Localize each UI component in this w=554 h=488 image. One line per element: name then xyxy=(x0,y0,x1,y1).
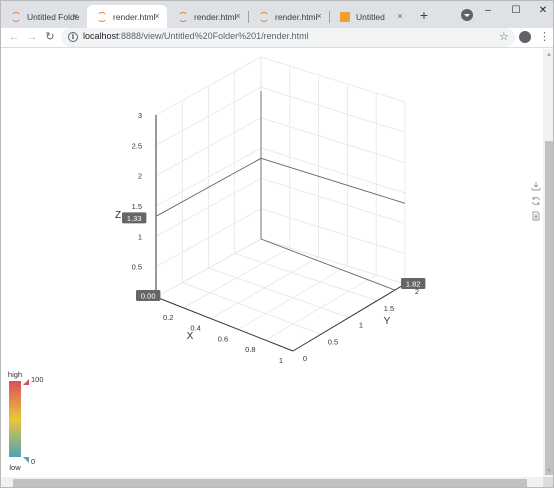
pointer-guide-line xyxy=(260,238,396,291)
tab-strip: Untitled Folder × render.html × render.h… xyxy=(1,1,553,28)
chart-overlay: 1.33 1.82 0.00 xyxy=(122,91,426,301)
url-text[interactable]: localhost:8888/view/Untitled%20Folder%20… xyxy=(83,31,309,41)
vertical-scrollbar[interactable]: ▲ ▼ xyxy=(543,49,553,477)
restore-icon[interactable] xyxy=(531,196,541,206)
z-tick-label: 0.5 xyxy=(132,263,142,272)
y-tick-label: 0.5 xyxy=(328,337,338,346)
jupyter-icon xyxy=(11,11,21,22)
x-tick-label: 0.2 xyxy=(163,313,173,322)
address-bar[interactable]: i localhost:8888/view/Untitled%20Folder%… xyxy=(61,28,515,47)
back-wall-grid-line xyxy=(260,147,406,194)
visual-map[interactable]: high low 100 0 xyxy=(8,370,44,472)
chart-3d-canvas[interactable]: 0.511.522.530.20.40.60.81 00.511.52XYZ 1.… xyxy=(1,49,543,477)
visual-map-bar xyxy=(9,381,21,457)
horizontal-scrollbar[interactable] xyxy=(1,477,543,487)
visual-map-high-label: high xyxy=(8,370,22,379)
z-axis-name: Z xyxy=(115,210,121,221)
url-path: :8888/view/Untitled%20Folder%201/render.… xyxy=(118,31,309,41)
visual-map-handle-high xyxy=(23,379,29,385)
y-axis-name: Y xyxy=(384,316,391,327)
tab-render-2[interactable]: render.html × xyxy=(168,5,248,28)
z-tick-label: 2 xyxy=(138,172,142,181)
jupyter-icon xyxy=(259,11,269,22)
tab-close-icon[interactable]: × xyxy=(70,11,80,21)
reload-button[interactable]: ↻ xyxy=(42,29,58,45)
minimize-button[interactable]: – xyxy=(481,4,495,18)
page-content: 0.5 1 1.5 2 2.5 3 0.2 0.4 0.6 0.8 1 0 0.5 1 1.5 2 X Y Z 1.… xyxy=(1,49,543,477)
floor-grid-line xyxy=(182,282,322,335)
x-tick-label: 0.8 xyxy=(245,345,255,354)
close-window-button[interactable]: ✕ xyxy=(536,4,550,18)
document-icon xyxy=(340,11,350,22)
z-base-readout-badge: 0.00 xyxy=(141,292,156,301)
x-axis-name: X xyxy=(187,331,194,342)
data-view-icon[interactable] xyxy=(531,211,541,221)
save-image-icon[interactable] xyxy=(531,181,541,191)
visual-map-low-label: low xyxy=(9,463,21,472)
info-icon[interactable]: i xyxy=(68,32,78,42)
scrollbar-corner xyxy=(543,477,553,487)
tab-untitled-folder[interactable]: Untitled Folder × xyxy=(1,5,85,28)
tab-close-icon[interactable]: × xyxy=(395,11,405,21)
forward-button[interactable]: → xyxy=(24,29,40,45)
tab-untitled[interactable]: Untitled × xyxy=(330,5,410,28)
account-icon[interactable] xyxy=(519,31,531,43)
chart-axes xyxy=(155,115,406,352)
chart-tick-labels: 0.511.522.530.20.40.60.81 00.511.52XYZ xyxy=(115,111,419,365)
scroll-up-icon[interactable]: ▲ xyxy=(545,52,553,58)
floor-grid-line xyxy=(208,267,350,318)
back-wall-grid-line xyxy=(260,117,406,164)
horizontal-scroll-thumb[interactable] xyxy=(13,479,527,487)
browser-toolbar: ← → ↻ i localhost:8888/view/Untitled%20F… xyxy=(1,28,553,48)
visual-map-handle-low xyxy=(23,457,29,463)
back-button[interactable]: ← xyxy=(6,29,22,45)
tab-render-active[interactable]: render.html × xyxy=(87,5,167,28)
maximize-button[interactable]: ☐ xyxy=(509,4,523,18)
back-wall-grid-line xyxy=(260,177,406,224)
z-tick-label: 2.5 xyxy=(132,141,142,150)
tab-close-icon[interactable]: × xyxy=(233,11,243,21)
visual-map-min-label: 0 xyxy=(31,457,35,466)
browser-window: Untitled Folder × render.html × render.h… xyxy=(0,0,554,488)
y-tick-label: 1.5 xyxy=(384,304,394,313)
back-wall-grid-line xyxy=(260,56,406,103)
y-tick-label: 1 xyxy=(359,321,363,330)
floor-grid-line xyxy=(234,253,378,302)
pointer-guide-line xyxy=(260,157,406,204)
y-readout-badge: 1.82 xyxy=(406,280,421,289)
url-host: localhost xyxy=(83,31,119,41)
tab-render-3[interactable]: render.html × xyxy=(249,5,329,28)
visual-map-max-label: 100 xyxy=(31,375,44,384)
scroll-down-icon[interactable]: ▼ xyxy=(545,468,553,474)
z-readout-badge: 1.33 xyxy=(127,214,142,223)
z-tick-label: 1.5 xyxy=(132,202,142,211)
back-wall-grid-line xyxy=(260,86,406,133)
tab-close-icon[interactable]: × xyxy=(314,11,324,21)
bookmark-star-icon[interactable]: ☆ xyxy=(499,30,509,43)
vertical-scroll-thumb[interactable] xyxy=(545,141,553,475)
tab-close-icon[interactable]: × xyxy=(152,11,162,21)
x-tick-label: 0.6 xyxy=(218,334,228,343)
z-tick-label: 3 xyxy=(138,111,142,120)
kebab-menu-icon[interactable]: ⋮ xyxy=(539,30,550,44)
new-tab-button[interactable]: + xyxy=(416,7,432,23)
y-tick-label: 0 xyxy=(303,354,307,363)
x-tick-label: 1 xyxy=(279,356,283,365)
jupyter-icon xyxy=(97,11,107,22)
tab-search-icon[interactable] xyxy=(461,9,473,21)
jupyter-icon xyxy=(178,11,188,22)
z-tick-label: 1 xyxy=(138,232,142,241)
